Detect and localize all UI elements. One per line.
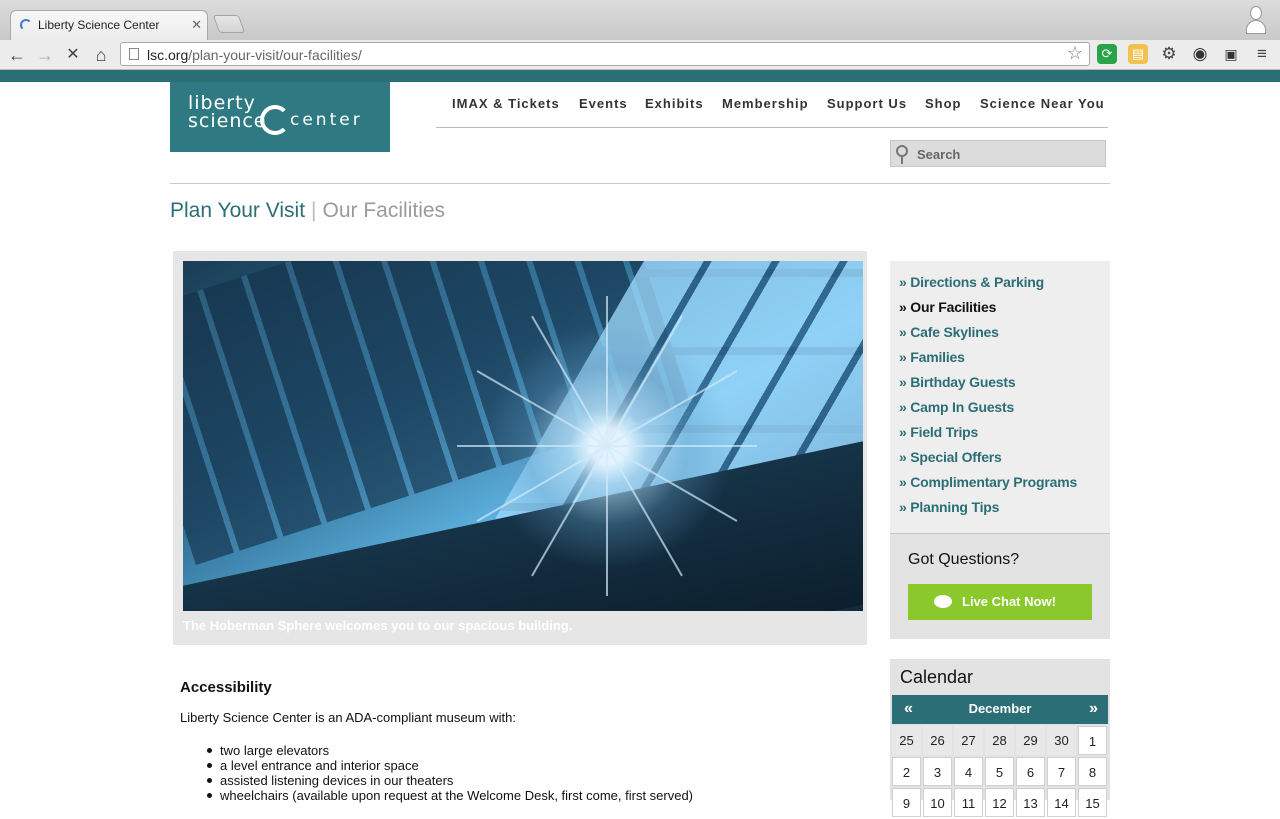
sidenav-camp-in-guests[interactable]: » Camp In Guests xyxy=(899,399,1014,415)
questions-title: Got Questions? xyxy=(908,551,1020,568)
calendar-week-row: 9 10 11 12 13 14 15 xyxy=(892,788,1108,817)
nav-imax-tickets[interactable]: IMAX & Tickets xyxy=(452,96,560,111)
back-icon[interactable]: ← xyxy=(5,44,29,66)
sidenav-planning-tips[interactable]: » Planning Tips xyxy=(899,499,999,515)
hero-caption: The Hoberman Sphere welcomes you to our … xyxy=(183,618,573,633)
extension-circle-icon[interactable]: ◉ xyxy=(1190,44,1210,64)
questions-box: Got Questions? Live Chat Now! xyxy=(890,533,1110,639)
nav-support-us[interactable]: Support Us xyxy=(827,96,907,111)
calendar-grid: 25 26 27 28 29 30 1 2 3 4 5 6 7 8 9 10 11 12 13 14 15 xyxy=(892,726,1108,819)
address-bar[interactable]: lsc.org/plan-your-visit/our-facilities/ … xyxy=(120,42,1090,66)
page-icon xyxy=(129,48,139,60)
search-input[interactable] xyxy=(917,145,1097,163)
extension-camera-icon[interactable]: ▣ xyxy=(1221,44,1241,64)
menu-icon[interactable]: ≡ xyxy=(1252,44,1272,64)
logo-mark-icon xyxy=(260,105,290,135)
chat-bubble-icon xyxy=(934,595,952,608)
site-search xyxy=(890,140,1106,167)
accessibility-list: two large elevators a level entrance and… xyxy=(206,743,694,803)
calendar-day[interactable]: 25 xyxy=(892,726,921,755)
stop-icon[interactable]: ✕ xyxy=(61,44,85,66)
calendar-next-month-button[interactable]: » xyxy=(1089,700,1098,718)
forward-icon[interactable]: → xyxy=(33,44,57,66)
bookmark-star-icon[interactable]: ☆ xyxy=(1067,43,1083,64)
section-sidenav: » Directions & Parking » Our Facilities … xyxy=(890,261,1110,533)
tab-title: Liberty Science Center xyxy=(38,18,160,32)
url-text: lsc.org/plan-your-visit/our-facilities/ xyxy=(147,47,362,63)
live-chat-button[interactable]: Live Chat Now! xyxy=(908,584,1092,620)
calendar-day[interactable]: 2 xyxy=(892,757,921,786)
calendar-day[interactable]: 26 xyxy=(923,726,952,755)
sidenav-birthday-guests[interactable]: » Birthday Guests xyxy=(899,374,1016,390)
calendar-day[interactable]: 10 xyxy=(923,788,952,817)
accessibility-heading: Accessibility xyxy=(180,679,272,696)
home-icon[interactable]: ⌂ xyxy=(89,44,113,66)
site-top-bar xyxy=(0,70,1280,82)
sidenav-cafe-skylines[interactable]: » Cafe Skylines xyxy=(899,324,999,340)
nav-science-near-you[interactable]: Science Near You xyxy=(980,96,1105,111)
calendar-day[interactable]: 8 xyxy=(1078,757,1107,786)
breadcrumb: Plan Your Visit | Our Facilities xyxy=(170,199,445,223)
accessibility-intro: Liberty Science Center is an ADA-complia… xyxy=(180,710,516,725)
nav-events[interactable]: Events xyxy=(579,96,628,111)
main-navigation: IMAX & Tickets Events Exhibits Membershi… xyxy=(436,96,1108,128)
calendar-day[interactable]: 9 xyxy=(892,788,921,817)
calendar-week-row: 2345678 xyxy=(892,757,1108,786)
live-chat-label: Live Chat Now! xyxy=(962,594,1056,609)
site-logo[interactable]: liberty science center xyxy=(170,82,390,152)
list-item: two large elevators xyxy=(206,743,693,758)
calendar-day[interactable]: 29 xyxy=(1016,726,1045,755)
close-tab-icon[interactable]: ✕ xyxy=(191,17,202,33)
sidenav-complimentary-programs[interactable]: » Complimentary Programs xyxy=(899,474,1077,490)
new-tab-button[interactable] xyxy=(212,15,246,33)
calendar-day[interactable]: 4 xyxy=(954,757,983,786)
profile-avatar-icon[interactable] xyxy=(1246,6,1266,34)
sidenav-directions-parking[interactable]: » Directions & Parking xyxy=(899,274,1044,290)
calendar-day[interactable]: 12 xyxy=(985,788,1014,817)
search-icon xyxy=(896,145,908,164)
calendar-widget: Calendar « December » 25 26 27 28 29 30 1 2 3 4 5 6… xyxy=(890,659,1110,817)
loading-spinner-icon xyxy=(20,19,32,31)
calendar-day[interactable]: 27 xyxy=(954,726,983,755)
list-item: assisted listening devices in our theate… xyxy=(206,773,693,788)
breadcrumb-separator: | xyxy=(311,199,317,222)
calendar-day[interactable]: 14 xyxy=(1047,788,1076,817)
extension-folder-icon[interactable]: ▤ xyxy=(1128,44,1148,64)
calendar-day[interactable]: 3 xyxy=(923,757,952,786)
calendar-week-row: 25 26 27 28 29 30 1 xyxy=(892,726,1108,755)
hero-image-hoberman-sphere xyxy=(183,261,863,611)
extension-refresh-icon[interactable]: ⟳ xyxy=(1097,44,1117,64)
calendar-day[interactable]: 7 xyxy=(1047,757,1076,786)
browser-tab[interactable]: Liberty Science Center ✕ xyxy=(10,10,208,40)
calendar-month: December xyxy=(968,701,1032,716)
calendar-day[interactable]: 1 xyxy=(1078,726,1107,755)
nav-exhibits[interactable]: Exhibits xyxy=(645,96,704,111)
calendar-day[interactable]: 30 xyxy=(1047,726,1076,755)
nav-membership[interactable]: Membership xyxy=(722,96,809,111)
nav-shop[interactable]: Shop xyxy=(925,96,962,111)
calendar-day[interactable]: 6 xyxy=(1016,757,1045,786)
calendar-day[interactable]: 5 xyxy=(985,757,1014,786)
sidenav-field-trips[interactable]: » Field Trips xyxy=(899,424,978,440)
browser-tabstrip: Liberty Science Center ✕ xyxy=(0,0,1280,40)
calendar-day[interactable]: 28 xyxy=(985,726,1014,755)
calendar-title: Calendar xyxy=(900,667,974,687)
calendar-day[interactable]: 11 xyxy=(954,788,983,817)
list-item: a level entrance and interior space xyxy=(206,758,693,773)
header-divider xyxy=(170,183,1110,184)
gear-icon[interactable]: ⚙ xyxy=(1159,44,1179,64)
list-item: wheelchairs (available upon request at t… xyxy=(206,788,694,803)
calendar-day[interactable]: 15 xyxy=(1078,788,1107,817)
calendar-header: « December » xyxy=(892,695,1108,724)
sidenav-families[interactable]: » Families xyxy=(899,349,965,365)
sidenav-special-offers[interactable]: » Special Offers xyxy=(899,449,1002,465)
sidenav-our-facilities[interactable]: » Our Facilities xyxy=(899,299,996,315)
page-title: Our Facilities xyxy=(322,199,446,222)
calendar-day[interactable]: 13 xyxy=(1016,788,1045,817)
breadcrumb-plan-your-visit[interactable]: Plan Your Visit xyxy=(170,199,305,222)
